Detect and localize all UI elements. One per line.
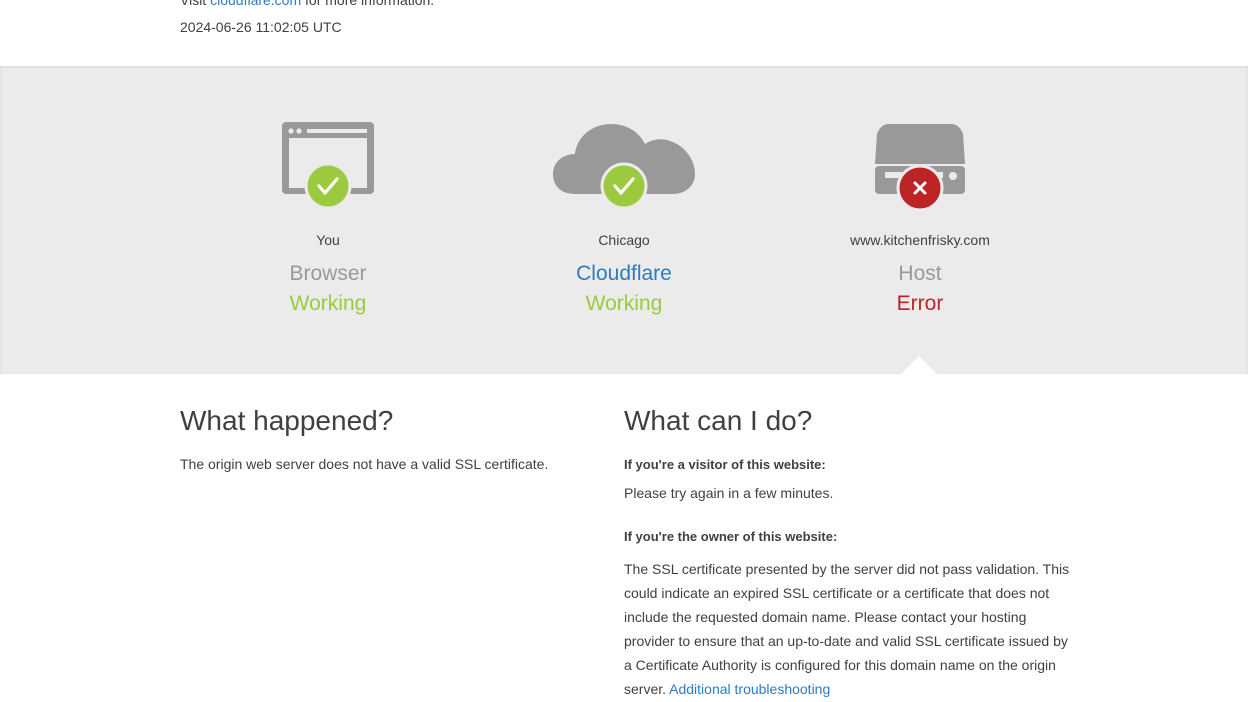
status-place: You <box>316 232 340 248</box>
status-cloudflare: Chicago Cloudflare Working <box>494 66 754 315</box>
status-state: Working <box>585 292 663 315</box>
status-state: Working <box>289 292 367 315</box>
status-role: Browser <box>289 262 367 285</box>
check-icon <box>600 162 648 210</box>
status-place: www.kitchenfrisky.com <box>850 232 990 248</box>
what-happened-text: The origin web server does not have a va… <box>180 456 549 472</box>
what-happened-title: What happened? <box>180 405 394 436</box>
visit-line: Visit cloudflare.com for more informatio… <box>180 0 434 8</box>
x-icon <box>896 164 944 212</box>
status-state: Error <box>896 292 944 315</box>
error-pointer <box>901 356 937 374</box>
timestamp: 2024-06-26 11:02:05 UTC <box>180 19 342 35</box>
troubleshooting-link[interactable]: Additional troubleshooting <box>669 681 830 697</box>
page-header: Visit cloudflare.com for more informatio… <box>0 0 1248 66</box>
visitor-text: Please try again in a few minutes. <box>624 485 834 501</box>
what-can-i-do-section: What can I do? If you're a visitor of th… <box>624 404 1074 701</box>
cloudflare-link[interactable]: cloudflare.com <box>210 0 301 8</box>
status-place: Chicago <box>598 232 650 248</box>
visitor-heading: If you're a visitor of this website: <box>624 457 826 472</box>
visit-prefix: Visit <box>180 0 207 8</box>
status-host: www.kitchenfrisky.com Host Error <box>790 66 1050 315</box>
owner-heading: If you're the owner of this website: <box>624 529 838 544</box>
what-can-i-do-title: What can I do? <box>624 405 813 436</box>
owner-text-body: The SSL certificate presented by the ser… <box>624 561 1070 697</box>
status-role: Host <box>898 262 942 285</box>
status-browser: You Browser Working <box>198 66 458 315</box>
check-icon <box>304 162 352 210</box>
status-role: Cloudflare <box>576 262 672 285</box>
status-band: You Browser Working Chicago Cloudflare W… <box>0 66 1248 374</box>
what-happened-section: What happened? The origin web server doe… <box>180 404 590 476</box>
visit-suffix: for more information. <box>305 0 435 8</box>
owner-text: The SSL certificate presented by the ser… <box>624 557 1074 701</box>
